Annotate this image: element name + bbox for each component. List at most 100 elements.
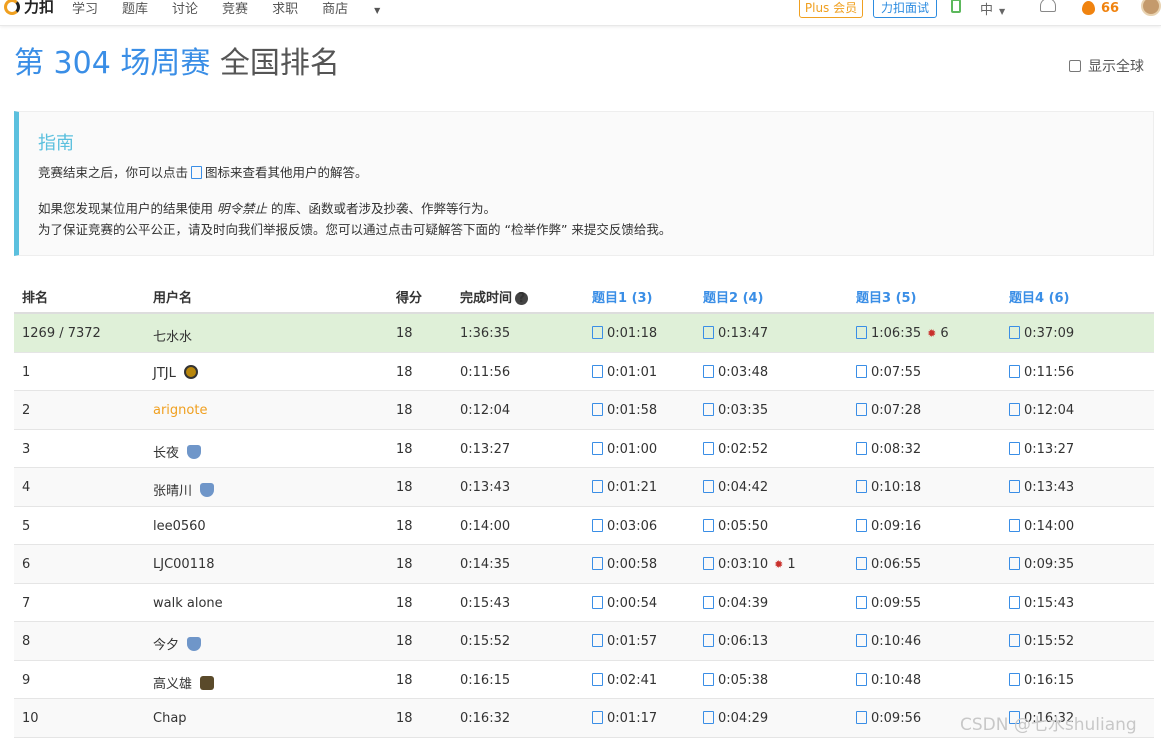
solution-cell[interactable]: 0:02:41 bbox=[592, 672, 657, 688]
user-cell[interactable]: lee0560 bbox=[153, 519, 206, 534]
nav-link-store[interactable]: 商店 ▼ bbox=[322, 0, 404, 17]
user-cell[interactable]: JTJL bbox=[153, 364, 198, 381]
code-icon[interactable] bbox=[703, 326, 714, 339]
user-cell[interactable]: 张晴川 bbox=[153, 480, 215, 499]
solution-cell[interactable]: 0:07:28 bbox=[856, 403, 921, 418]
code-icon[interactable] bbox=[856, 634, 867, 647]
user-cell[interactable]: 今夕 bbox=[153, 634, 202, 653]
interview-button[interactable]: 力扣面试 bbox=[873, 0, 937, 18]
bell-icon[interactable] bbox=[1040, 0, 1056, 12]
code-icon[interactable] bbox=[703, 403, 714, 416]
code-icon[interactable] bbox=[592, 364, 603, 378]
solution-cell[interactable]: 0:13:43 bbox=[1009, 480, 1074, 495]
code-icon[interactable] bbox=[856, 518, 867, 532]
code-icon[interactable] bbox=[856, 711, 867, 724]
solution-cell[interactable]: 0:07:55 bbox=[856, 364, 921, 380]
user-cell[interactable]: Chap bbox=[153, 711, 187, 726]
code-icon[interactable] bbox=[703, 711, 714, 724]
username[interactable]: Chap bbox=[153, 711, 187, 726]
global-checkbox[interactable] bbox=[1069, 60, 1081, 72]
phone-icon[interactable] bbox=[951, 0, 961, 13]
solution-cell[interactable]: 0:01:01 bbox=[592, 364, 657, 380]
solution-cell[interactable]: 0:15:52 bbox=[1009, 634, 1074, 649]
username[interactable]: 张晴川 bbox=[153, 484, 192, 499]
coin-count[interactable]: 66 bbox=[1101, 1, 1119, 16]
solution-cell[interactable]: 0:16:15 bbox=[1009, 672, 1074, 688]
code-icon[interactable] bbox=[1009, 634, 1020, 647]
username[interactable]: lee0560 bbox=[153, 519, 206, 534]
username[interactable]: 长夜 bbox=[153, 446, 179, 461]
code-icon[interactable] bbox=[703, 672, 714, 686]
solution-cell[interactable]: 0:12:04 bbox=[1009, 403, 1074, 418]
code-icon[interactable] bbox=[1009, 364, 1020, 378]
solution-cell[interactable]: 0:02:52 bbox=[703, 441, 768, 457]
code-icon[interactable] bbox=[856, 480, 867, 493]
solution-cell[interactable]: 0:03:48 bbox=[703, 364, 768, 380]
code-icon[interactable] bbox=[703, 364, 714, 378]
user-cell[interactable]: 七水水 bbox=[153, 326, 192, 345]
username[interactable]: 七水水 bbox=[153, 330, 192, 345]
user-cell[interactable]: LJC00118 bbox=[153, 557, 215, 572]
code-icon[interactable] bbox=[1009, 595, 1020, 609]
solution-cell[interactable]: 0:04:39 bbox=[703, 595, 768, 611]
username[interactable]: walk alone bbox=[153, 596, 223, 611]
solution-cell[interactable]: 0:01:00 bbox=[592, 441, 657, 457]
header-q2[interactable]: 题目2 (4) bbox=[703, 287, 764, 306]
user-cell[interactable]: arignote bbox=[153, 403, 207, 418]
code-icon[interactable] bbox=[856, 403, 867, 416]
code-icon[interactable] bbox=[1009, 403, 1020, 416]
code-icon[interactable] bbox=[592, 595, 603, 609]
solution-cell[interactable]: 0:05:38 bbox=[703, 672, 768, 688]
username[interactable]: 今夕 bbox=[153, 638, 179, 653]
contest-link[interactable]: 第 304 场周赛 bbox=[14, 46, 210, 81]
code-icon[interactable] bbox=[856, 326, 867, 339]
solution-cell[interactable]: 0:00:58 bbox=[592, 557, 657, 572]
solution-cell[interactable]: 0:11:56 bbox=[1009, 364, 1074, 380]
solution-cell[interactable]: 0:03:10 ✹ 1 bbox=[703, 557, 796, 572]
code-icon[interactable] bbox=[703, 595, 714, 609]
code-icon[interactable] bbox=[1009, 480, 1020, 493]
solution-cell[interactable]: 0:13:27 bbox=[1009, 441, 1074, 457]
code-icon[interactable] bbox=[592, 480, 603, 493]
language-select[interactable]: 中 ▼ bbox=[980, 0, 1005, 18]
code-icon[interactable] bbox=[856, 672, 867, 686]
solution-cell[interactable]: 0:09:55 bbox=[856, 595, 921, 611]
user-cell[interactable]: 长夜 bbox=[153, 442, 202, 461]
solution-cell[interactable]: 0:10:18 bbox=[856, 480, 921, 495]
solution-cell[interactable]: 0:10:46 bbox=[856, 634, 921, 649]
solution-cell[interactable]: 0:00:54 bbox=[592, 595, 657, 611]
code-icon[interactable] bbox=[592, 441, 603, 455]
leetcode-logo[interactable]: 力扣 bbox=[4, 0, 54, 17]
code-icon[interactable] bbox=[592, 403, 603, 416]
code-icon[interactable] bbox=[856, 557, 867, 570]
username[interactable]: arignote bbox=[153, 403, 207, 418]
solution-cell[interactable]: 0:04:29 bbox=[703, 711, 768, 726]
code-icon[interactable] bbox=[703, 634, 714, 647]
solution-cell[interactable]: 0:09:35 bbox=[1009, 557, 1074, 572]
nav-link-jobs[interactable]: 求职 bbox=[272, 0, 298, 17]
solution-cell[interactable]: 0:15:43 bbox=[1009, 595, 1074, 611]
code-icon[interactable] bbox=[703, 557, 714, 570]
solution-cell[interactable]: 1:06:35 ✹ 6 bbox=[856, 326, 949, 341]
solution-cell[interactable]: 0:05:50 bbox=[703, 518, 768, 534]
solution-cell[interactable]: 0:10:48 bbox=[856, 672, 921, 688]
code-icon[interactable] bbox=[1009, 557, 1020, 570]
code-icon[interactable] bbox=[592, 634, 603, 647]
solution-cell[interactable]: 0:04:42 bbox=[703, 480, 768, 495]
code-icon[interactable] bbox=[703, 480, 714, 493]
nav-link-contest[interactable]: 竞赛 bbox=[222, 0, 248, 17]
header-q4[interactable]: 题目4 (6) bbox=[1009, 287, 1070, 306]
code-icon[interactable] bbox=[1009, 441, 1020, 455]
solution-cell[interactable]: 0:06:13 bbox=[703, 634, 768, 649]
code-icon[interactable] bbox=[592, 326, 603, 339]
code-icon[interactable] bbox=[703, 441, 714, 455]
username[interactable]: LJC00118 bbox=[153, 557, 215, 572]
username[interactable]: JTJL bbox=[153, 366, 176, 381]
solution-cell[interactable]: 0:03:06 bbox=[592, 518, 657, 534]
solution-cell[interactable]: 0:01:18 bbox=[592, 326, 657, 341]
question-icon[interactable]: ? bbox=[515, 292, 529, 305]
avatar[interactable] bbox=[1141, 0, 1161, 16]
solution-cell[interactable]: 0:06:55 bbox=[856, 557, 921, 572]
solution-cell[interactable]: 0:08:32 bbox=[856, 441, 921, 457]
nav-link-learn[interactable]: 学习 bbox=[72, 0, 98, 17]
